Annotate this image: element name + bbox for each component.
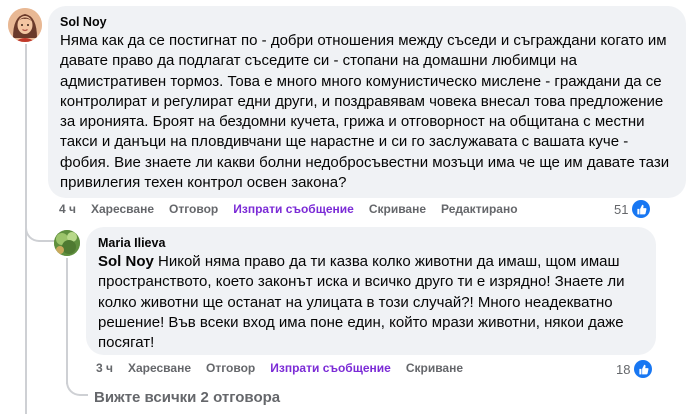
reply-reply-button[interactable]: Отговор bbox=[206, 361, 255, 375]
reply-hide-button[interactable]: Скриване bbox=[406, 361, 463, 375]
like-icon bbox=[634, 360, 653, 378]
reply-body: Никой няма право да ти казва колко живот… bbox=[98, 253, 625, 352]
reply-reaction-count[interactable]: 18 bbox=[616, 360, 653, 378]
reply-text: Sol Noy Никой няма право да ти казва кол… bbox=[98, 252, 644, 353]
comment-bubble: Sol Noy Няма как да се постигнат по - до… bbox=[48, 6, 686, 198]
reply-reaction-count-value: 18 bbox=[616, 361, 631, 377]
user-avatar-icon bbox=[54, 230, 80, 256]
like-button[interactable]: Харесване bbox=[91, 202, 154, 216]
reply-send-message-button[interactable]: Изпрати съобщение bbox=[270, 361, 391, 375]
reaction-count[interactable]: 51 bbox=[614, 200, 651, 218]
reply-bubble: Maria Ilieva Sol Noy Никой няма право да… bbox=[86, 227, 656, 355]
reply-avatar[interactable] bbox=[54, 230, 80, 256]
comment-time[interactable]: 4 ч bbox=[59, 202, 76, 216]
reply-thread-line bbox=[66, 258, 68, 384]
edited-label: Редактирано bbox=[441, 202, 518, 216]
thread-connector bbox=[25, 218, 55, 242]
reply-like-button[interactable]: Харесване bbox=[128, 361, 191, 375]
reply-author[interactable]: Maria Ilieva bbox=[98, 235, 644, 251]
view-all-replies-link[interactable]: Вижте всички 2 отговора bbox=[94, 389, 280, 406]
hide-button[interactable]: Скриване bbox=[369, 202, 426, 216]
reply-time[interactable]: 3 ч bbox=[96, 361, 113, 375]
send-message-button[interactable]: Изпрати съобщение bbox=[233, 202, 354, 216]
reply-actions: 3 ч Харесване Отговор Изпрати съобщение … bbox=[96, 361, 478, 375]
reply-thread-connector bbox=[66, 372, 88, 396]
reply-button[interactable]: Отговор bbox=[169, 202, 218, 216]
reaction-count-value: 51 bbox=[614, 201, 629, 217]
like-icon bbox=[632, 200, 651, 218]
comment-author[interactable]: Sol Noy bbox=[60, 14, 674, 30]
avatar[interactable] bbox=[8, 8, 42, 42]
comment-actions: 4 ч Харесване Отговор Изпрати съобщение … bbox=[59, 202, 533, 216]
reply-mention[interactable]: Sol Noy bbox=[98, 253, 154, 270]
comment-text: Няма как да се постигнат по - добри отно… bbox=[60, 32, 670, 192]
user-avatar-icon bbox=[8, 8, 42, 42]
